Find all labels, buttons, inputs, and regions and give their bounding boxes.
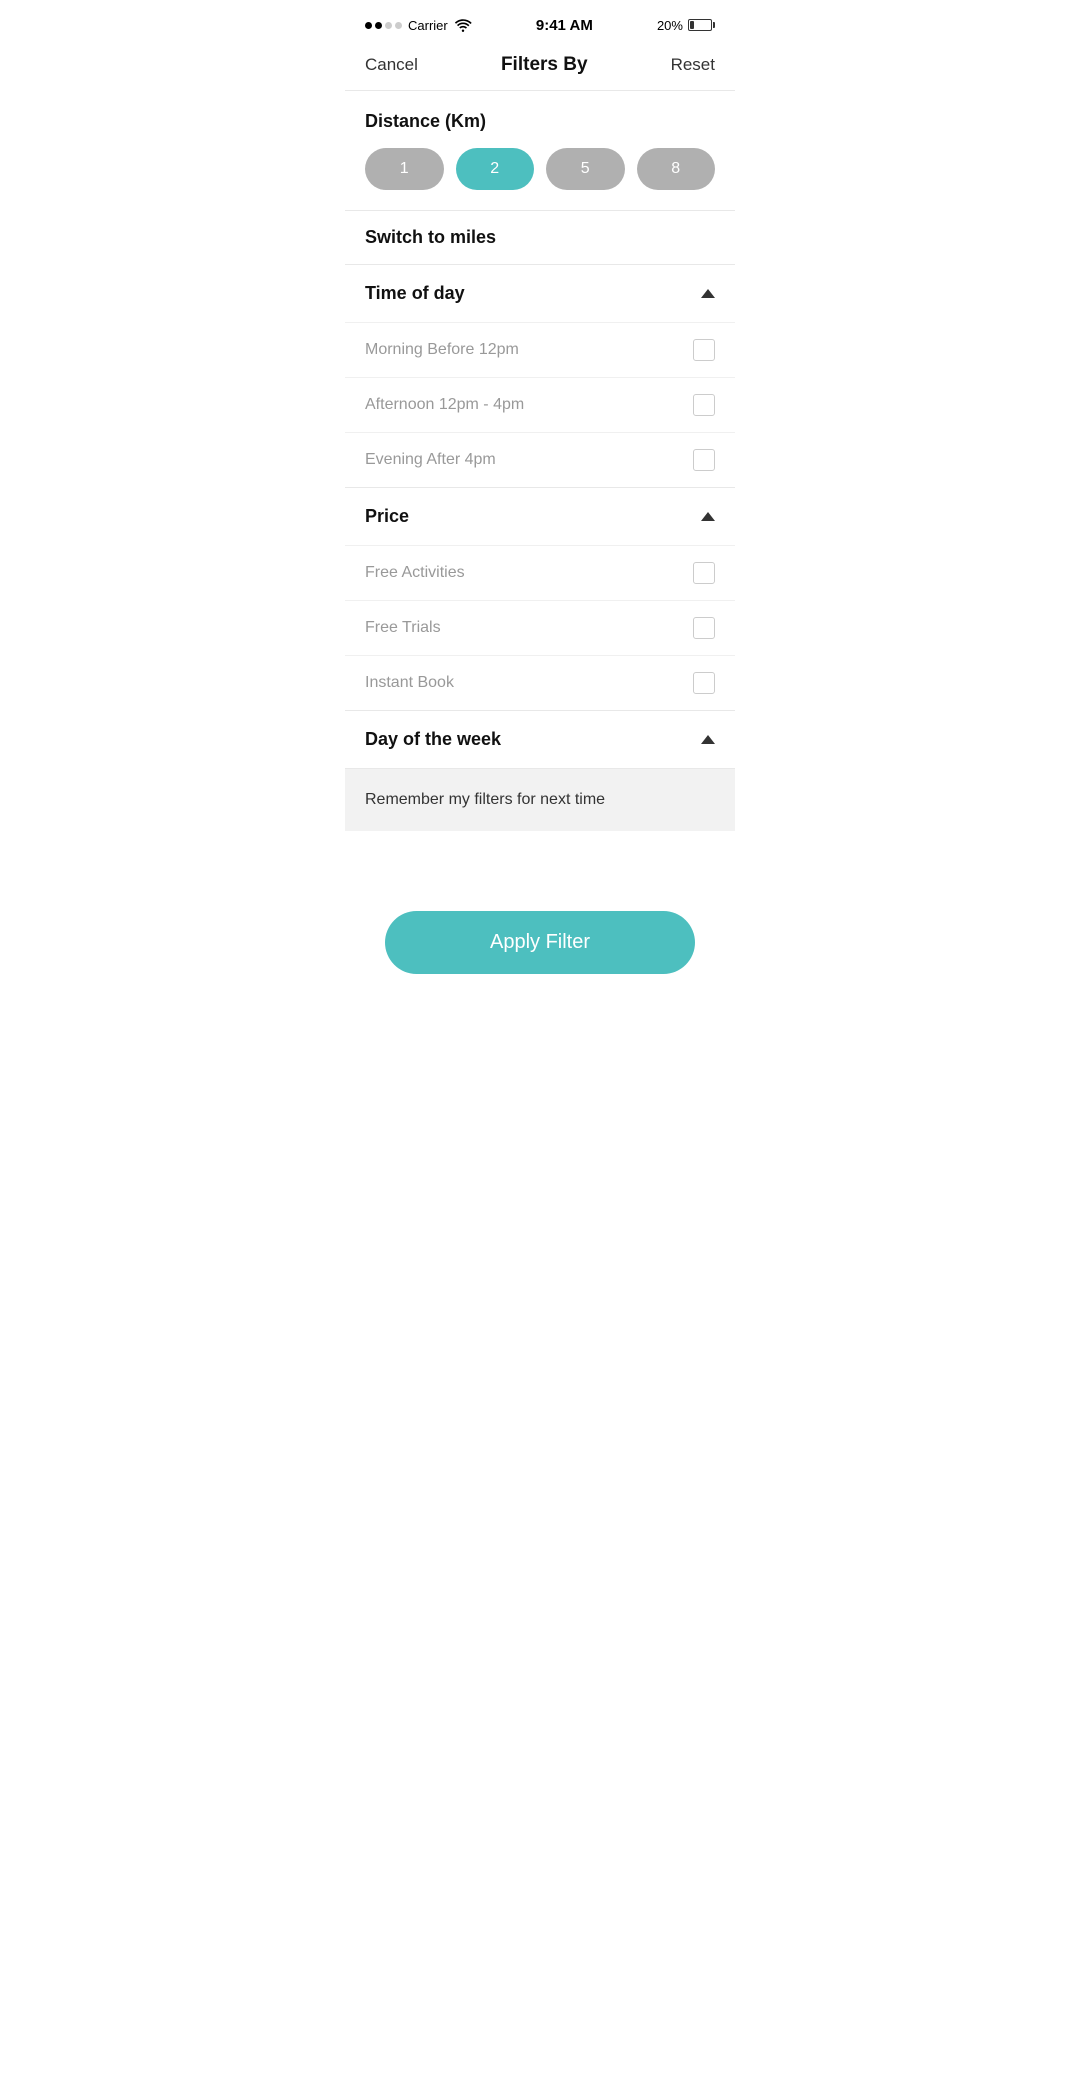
price-free-trials-checkbox[interactable] bbox=[693, 617, 715, 639]
price-instant-book-item[interactable]: Instant Book bbox=[345, 655, 735, 710]
signal-dot-4 bbox=[395, 22, 402, 29]
price-free-activities-label: Free Activities bbox=[365, 564, 465, 582]
distance-btn-1[interactable]: 1 bbox=[365, 148, 444, 190]
remember-label: Remember my filters for next time bbox=[365, 791, 605, 808]
price-free-activities-item[interactable]: Free Activities bbox=[345, 545, 735, 600]
time-afternoon-item[interactable]: Afternoon 12pm - 4pm bbox=[345, 377, 735, 432]
distance-btn-2[interactable]: 2 bbox=[456, 148, 535, 190]
reset-button[interactable]: Reset bbox=[671, 55, 715, 75]
switch-miles-label: Switch to miles bbox=[365, 227, 496, 247]
time-morning-label: Morning Before 12pm bbox=[365, 341, 519, 359]
distance-section: Distance (Km) 1 2 5 8 bbox=[345, 91, 735, 210]
apply-btn-container: Apply Filter bbox=[345, 891, 735, 1004]
carrier-label: Carrier bbox=[408, 18, 448, 33]
time-evening-checkbox[interactable] bbox=[693, 449, 715, 471]
day-of-week-section: Day of the week bbox=[345, 711, 735, 769]
price-free-trials-item[interactable]: Free Trials bbox=[345, 600, 735, 655]
battery-icon bbox=[688, 19, 715, 31]
filter-content: Distance (Km) 1 2 5 8 Switch to miles Ti… bbox=[345, 91, 735, 1004]
time-morning-checkbox[interactable] bbox=[693, 339, 715, 361]
time-of-day-header[interactable]: Time of day bbox=[345, 265, 735, 322]
wifi-icon bbox=[454, 18, 472, 32]
price-free-trials-label: Free Trials bbox=[365, 619, 441, 637]
day-of-week-header[interactable]: Day of the week bbox=[345, 711, 735, 768]
day-of-week-chevron-icon bbox=[701, 735, 715, 744]
price-title: Price bbox=[365, 506, 409, 527]
status-time: 9:41 AM bbox=[536, 17, 593, 34]
price-instant-book-label: Instant Book bbox=[365, 674, 454, 692]
distance-btn-8[interactable]: 8 bbox=[637, 148, 716, 190]
price-header[interactable]: Price bbox=[345, 488, 735, 545]
signal-dots bbox=[365, 22, 402, 29]
price-free-activities-checkbox[interactable] bbox=[693, 562, 715, 584]
distance-btn-5[interactable]: 5 bbox=[546, 148, 625, 190]
battery-percent: 20% bbox=[657, 18, 683, 33]
time-of-day-title: Time of day bbox=[365, 283, 465, 304]
signal-dot-1 bbox=[365, 22, 372, 29]
time-afternoon-label: Afternoon 12pm - 4pm bbox=[365, 396, 524, 414]
apply-filter-button[interactable]: Apply Filter bbox=[385, 911, 695, 974]
signal-dot-3 bbox=[385, 22, 392, 29]
time-afternoon-checkbox[interactable] bbox=[693, 394, 715, 416]
price-section: Price Free Activities Free Trials Instan… bbox=[345, 488, 735, 711]
time-of-day-section: Time of day Morning Before 12pm Afternoo… bbox=[345, 265, 735, 488]
signal-dot-2 bbox=[375, 22, 382, 29]
page-title: Filters By bbox=[501, 54, 588, 76]
switch-miles-section[interactable]: Switch to miles bbox=[345, 210, 735, 265]
time-of-day-chevron-icon bbox=[701, 289, 715, 298]
remember-section[interactable]: Remember my filters for next time bbox=[345, 769, 735, 831]
status-right: 20% bbox=[657, 18, 715, 33]
status-bar: Carrier 9:41 AM 20% bbox=[345, 0, 735, 44]
time-evening-label: Evening After 4pm bbox=[365, 451, 496, 469]
distance-options: 1 2 5 8 bbox=[365, 148, 715, 190]
price-instant-book-checkbox[interactable] bbox=[693, 672, 715, 694]
nav-bar: Cancel Filters By Reset bbox=[345, 44, 735, 91]
cancel-button[interactable]: Cancel bbox=[365, 55, 418, 75]
distance-title: Distance (Km) bbox=[365, 111, 715, 132]
spacer bbox=[345, 831, 735, 891]
time-morning-item[interactable]: Morning Before 12pm bbox=[345, 322, 735, 377]
price-chevron-icon bbox=[701, 512, 715, 521]
time-evening-item[interactable]: Evening After 4pm bbox=[345, 432, 735, 487]
day-of-week-title: Day of the week bbox=[365, 729, 501, 750]
status-left: Carrier bbox=[365, 18, 472, 33]
